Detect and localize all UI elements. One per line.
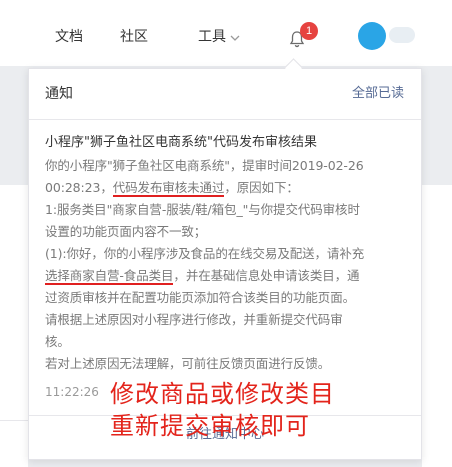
nav-docs-link[interactable]: 文档: [55, 27, 83, 47]
message-line: 1:服务类目"商家自营-服装/鞋/箱包_"与你提交代码审核时: [45, 202, 360, 217]
highlight-review-failed: 代码发布审核未通过: [112, 180, 225, 197]
nav-community-link[interactable]: 社区: [120, 27, 148, 47]
message-body: 你的小程序"狮子鱼社区电商系统"，提审时间2019-02-26 00:28:23…: [45, 155, 407, 375]
message-line: 核。: [45, 334, 70, 349]
mark-all-read-link[interactable]: 全部已读: [352, 84, 404, 104]
background-divider: [0, 420, 28, 421]
notification-badge: 1: [300, 22, 318, 40]
nav-tools-label: 工具: [198, 29, 226, 45]
message-text: ，原因如下：: [224, 180, 299, 195]
message-title: 小程序"狮子鱼社区电商系统"代码发布审核结果: [45, 135, 317, 150]
message-line: 00:28:23，代码发布审核未通过，原因如下：: [45, 177, 407, 199]
top-header: 文档 社区 工具 1: [0, 0, 452, 66]
message-line: 设置的功能页面内容不一致；: [45, 224, 207, 239]
account-name-blurred[interactable]: [389, 27, 415, 43]
message-line: 请根据上述原因对小程序进行修改，并重新提交代码审: [45, 312, 343, 327]
notification-message[interactable]: 小程序"狮子鱼社区电商系统"代码发布审核结果 你的小程序"狮子鱼社区电商系统"，…: [45, 133, 407, 375]
annotation-line: 修改商品或修改类目: [110, 380, 335, 408]
panel-divider: [29, 119, 421, 120]
handwritten-annotation: 修改商品或修改类目 重新提交审核即可: [110, 378, 335, 442]
background-card-left: [0, 185, 28, 467]
message-time: 11:22:26: [45, 385, 99, 399]
message-line: 选择商家自营-食品类目，并在基础信息处申请该类目，通: [45, 265, 407, 287]
avatar[interactable]: [358, 22, 386, 50]
highlight-food-category: 选择商家自营-食品类目: [45, 268, 174, 285]
nav-tools-menu[interactable]: 工具: [198, 27, 240, 47]
page: 文档 社区 工具 1 通知 全部已读 小程序"狮子鱼社区电商系统"代码发布审核结…: [0, 0, 452, 467]
annotation-line: 重新提交审核即可: [110, 412, 310, 440]
message-line: (1):你好，你的小程序涉及食品的在线交易及配送，请补充: [45, 246, 365, 261]
message-text: ，并在基础信息处申请该类目，通: [173, 268, 360, 283]
panel-title: 通知: [45, 86, 73, 102]
message-line: 你的小程序"狮子鱼社区电商系统"，提审时间2019-02-26: [45, 158, 364, 173]
message-line: 若对上述原因无法理解，可前往反馈页面进行反馈。: [45, 356, 331, 371]
background-card-right: [422, 185, 452, 467]
message-line: 过资质审核并在配置功能页添加符合该类目的功能页面。: [45, 290, 356, 305]
chevron-down-icon: [230, 27, 240, 47]
message-text: 00:28:23，: [45, 180, 113, 195]
